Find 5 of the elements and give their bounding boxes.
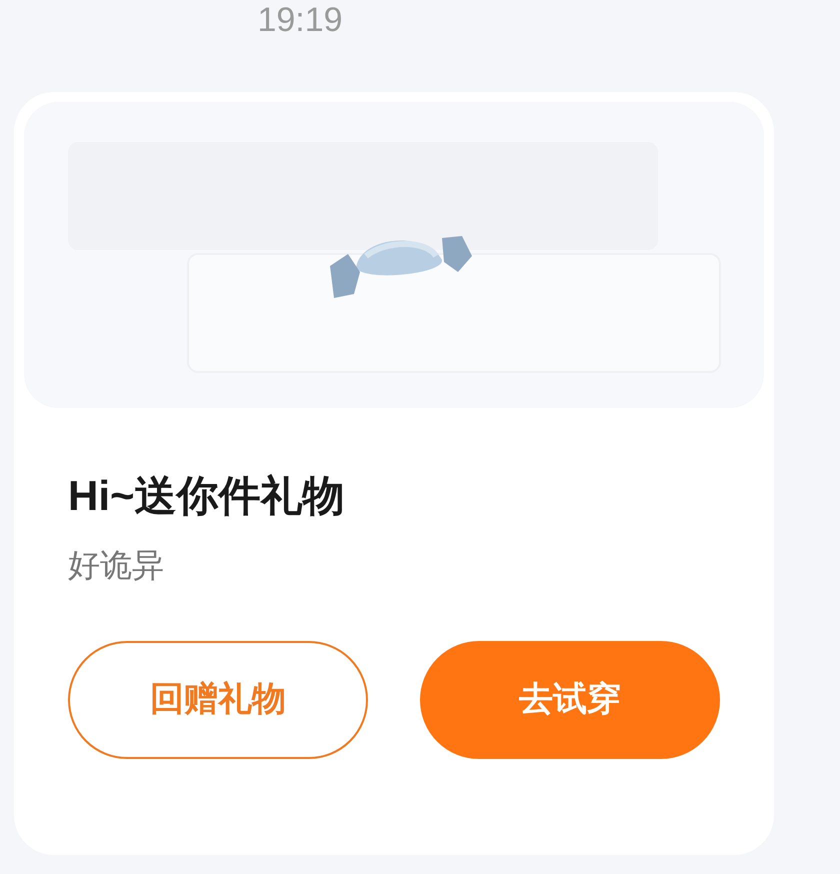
card-title: Hi~送你件礼物 <box>68 471 346 521</box>
try-on-button[interactable]: 去试穿 <box>420 640 720 758</box>
return-gift-button[interactable]: 回赠礼物 <box>68 640 368 758</box>
timestamp: 19:19 <box>257 3 343 37</box>
card-subtitle: 好诡异 <box>68 546 165 584</box>
